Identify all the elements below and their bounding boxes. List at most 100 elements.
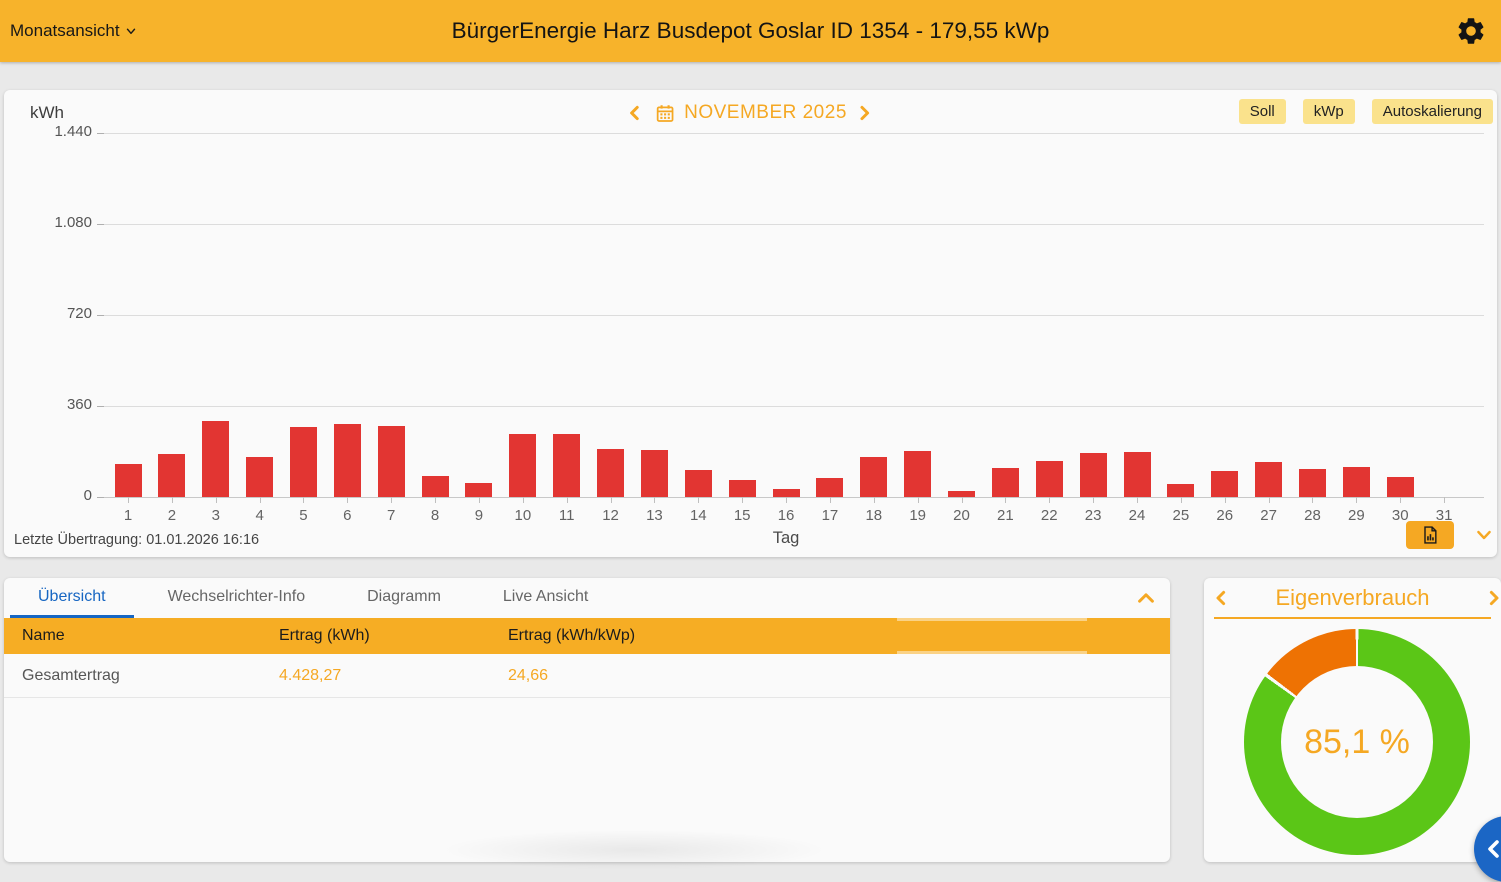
- bar-day-23[interactable]: [1080, 453, 1107, 497]
- bar-day-3[interactable]: [202, 421, 229, 497]
- bottom-shadow: [424, 828, 844, 872]
- x-tick-label: 22: [1031, 507, 1067, 524]
- y-tick-label: 1.080: [24, 214, 92, 231]
- bar-day-19[interactable]: [904, 451, 931, 497]
- bar-day-15[interactable]: [729, 480, 756, 497]
- bar-day-11[interactable]: [553, 434, 580, 497]
- previous-month-button[interactable]: [625, 102, 645, 124]
- topbar: Monatsansicht BürgerEnergie Harz Busdepo…: [0, 0, 1501, 62]
- y-tick: [97, 497, 104, 498]
- x-tick: [172, 497, 173, 503]
- soll-button[interactable]: Soll: [1239, 99, 1286, 124]
- chart-toolbar: Soll kWp Autoskalierung: [1239, 99, 1493, 124]
- bar-day-9[interactable]: [465, 483, 492, 497]
- x-tick: [1005, 497, 1006, 503]
- overview-card: Übersicht Wechselrichter-Info Diagramm L…: [4, 578, 1170, 862]
- bar-day-24[interactable]: [1124, 452, 1151, 497]
- x-tick: [128, 497, 129, 503]
- chevron-left-icon: [625, 102, 643, 124]
- kwp-button[interactable]: kWp: [1303, 99, 1355, 124]
- x-tick: [479, 497, 480, 503]
- x-tick: [1137, 497, 1138, 503]
- bar-day-14[interactable]: [685, 470, 712, 497]
- x-tick: [654, 497, 655, 503]
- monthly-chart-card: kWh NOVEMBER 2025 Soll kWp: [4, 90, 1497, 557]
- tab-diagramm[interactable]: Diagramm: [339, 578, 469, 618]
- view-mode-label: Monatsansicht: [10, 21, 120, 41]
- bar-day-27[interactable]: [1255, 462, 1282, 497]
- bar-day-28[interactable]: [1299, 469, 1326, 497]
- x-tick-label: 28: [1294, 507, 1330, 524]
- x-tick-label: 2: [154, 507, 190, 524]
- bar-day-12[interactable]: [597, 449, 624, 497]
- tab-live-ansicht[interactable]: Live Ansicht: [475, 578, 616, 618]
- bar-day-16[interactable]: [773, 489, 800, 497]
- eigenverbrauch-header: Eigenverbrauch: [1204, 578, 1501, 618]
- bar-day-21[interactable]: [992, 468, 1019, 497]
- bar-day-1[interactable]: [115, 464, 142, 497]
- x-tick: [874, 497, 875, 503]
- autoscale-button[interactable]: Autoskalierung: [1372, 99, 1493, 124]
- x-tick: [1269, 497, 1270, 503]
- x-tick: [830, 497, 831, 503]
- chevron-left-icon: [1482, 837, 1501, 861]
- bar-day-20[interactable]: [948, 491, 975, 497]
- x-tick-label: 19: [900, 507, 936, 524]
- x-tick-label: 8: [417, 507, 453, 524]
- tab-uebersicht[interactable]: Übersicht: [10, 578, 134, 618]
- x-tick-label: 16: [768, 507, 804, 524]
- bar-day-2[interactable]: [158, 454, 185, 497]
- x-tick-label: 15: [724, 507, 760, 524]
- bar-day-6[interactable]: [334, 424, 361, 497]
- gridline: [104, 315, 1484, 316]
- bar-day-30[interactable]: [1387, 477, 1414, 497]
- chevron-right-icon: [856, 102, 874, 124]
- row-ertrag-kwh-kwp: 24,66: [508, 654, 548, 697]
- y-tick: [97, 133, 104, 134]
- bar-day-25[interactable]: [1167, 484, 1194, 497]
- panel-next-button[interactable]: [1485, 587, 1501, 609]
- x-tick: [391, 497, 392, 503]
- header-underline: [1214, 617, 1491, 619]
- bar-day-22[interactable]: [1036, 461, 1063, 497]
- settings-button[interactable]: [1453, 13, 1489, 49]
- row-ertrag-kwh: 4.428,27: [279, 654, 341, 697]
- bar-day-18[interactable]: [860, 457, 887, 497]
- view-mode-selector[interactable]: Monatsansicht: [10, 21, 138, 41]
- bar-day-17[interactable]: [816, 478, 843, 497]
- bar-day-29[interactable]: [1343, 467, 1370, 497]
- x-tick-label: 11: [549, 507, 585, 524]
- collapse-panel-button[interactable]: [1134, 587, 1158, 609]
- next-month-button[interactable]: [856, 102, 876, 124]
- gridline: [104, 406, 1484, 407]
- y-tick-label: 360: [24, 396, 92, 413]
- panel-previous-button[interactable]: [1212, 587, 1232, 609]
- column-header-ertrag-kwh: Ertrag (kWh): [279, 618, 370, 654]
- bar-day-4[interactable]: [246, 457, 273, 497]
- chevron-down-icon: [124, 24, 138, 38]
- export-button[interactable]: [1406, 521, 1454, 549]
- bar-day-8[interactable]: [422, 476, 449, 497]
- export-file-icon: [1420, 525, 1440, 545]
- x-tick-label: 4: [242, 507, 278, 524]
- x-tick-label: 29: [1338, 507, 1374, 524]
- x-tick-label: 24: [1119, 507, 1155, 524]
- x-tick-label: 17: [812, 507, 848, 524]
- donut-center: 85,1 %: [1281, 666, 1433, 818]
- current-month-label[interactable]: NOVEMBER 2025: [684, 102, 847, 124]
- x-tick-label: 27: [1251, 507, 1287, 524]
- bar-day-7[interactable]: [378, 426, 405, 497]
- tab-wechselrichter-info[interactable]: Wechselrichter-Info: [140, 578, 334, 618]
- bar-day-26[interactable]: [1211, 471, 1238, 497]
- x-tick-label: 21: [987, 507, 1023, 524]
- bar-day-5[interactable]: [290, 427, 317, 497]
- gridline: [104, 133, 1484, 134]
- last-transmission-text: Letzte Übertragung: 01.01.2026 16:16: [14, 532, 259, 548]
- bar-day-13[interactable]: [641, 450, 668, 497]
- x-tick-label: 3: [198, 507, 234, 524]
- bar-day-10[interactable]: [509, 434, 536, 497]
- column-header-name: Name: [22, 618, 65, 654]
- collapse-chart-button[interactable]: [1473, 526, 1495, 544]
- tabs-bar: Übersicht Wechselrichter-Info Diagramm L…: [4, 578, 1170, 618]
- x-tick: [1400, 497, 1401, 503]
